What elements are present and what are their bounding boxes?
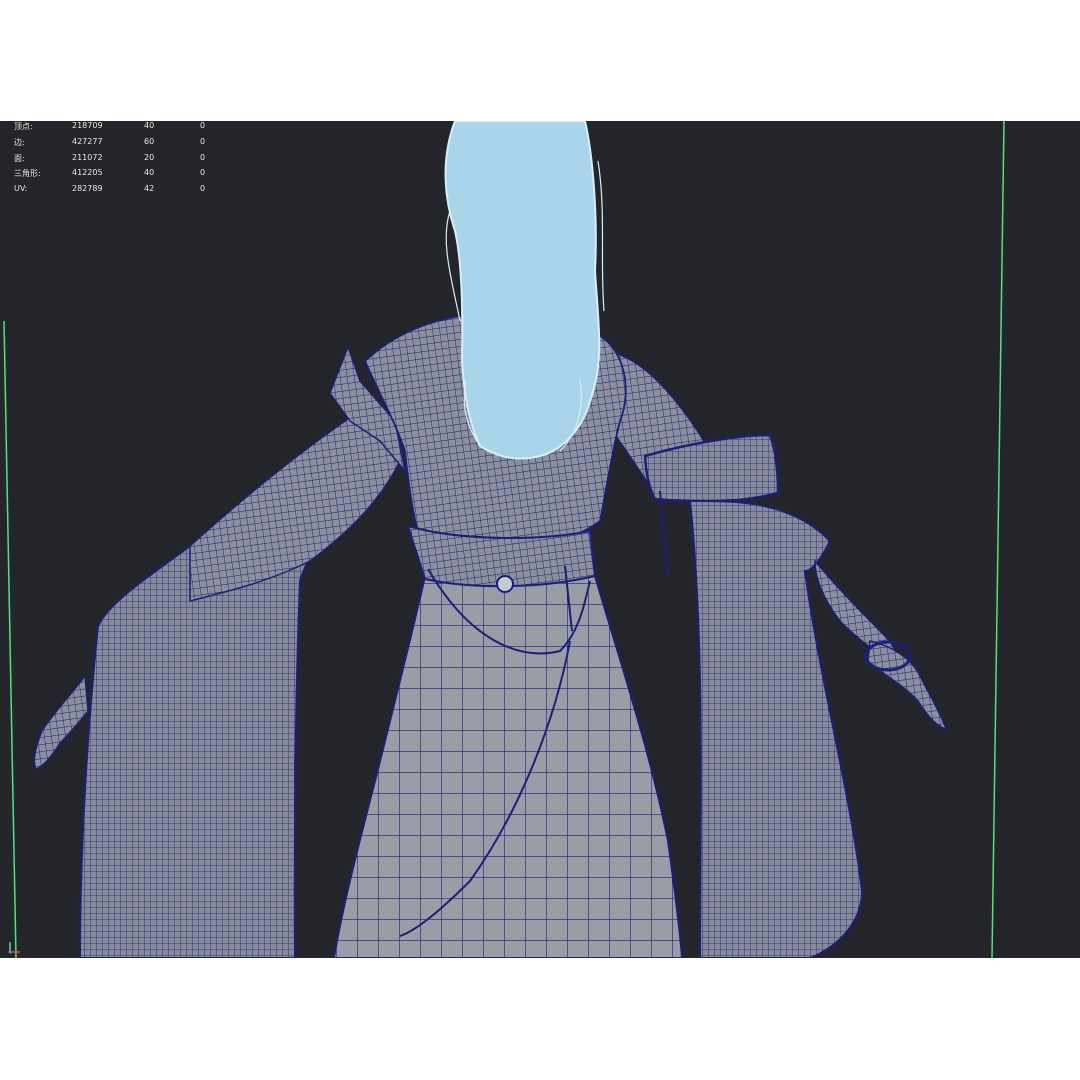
page: 顶点: 218709 40 0 边: 427277 60 0 面: 211072… xyxy=(0,0,1080,1080)
hud-row-edges: 边: 427277 60 0 xyxy=(14,137,244,153)
scene-canvas[interactable] xyxy=(0,121,1080,958)
hud-total: 218709 xyxy=(72,121,103,130)
axis-gizmo-icon xyxy=(8,942,20,954)
hud-label: 顶点: xyxy=(14,122,33,131)
hud-extra: 0 xyxy=(200,168,206,178)
hud-selected: 40 xyxy=(144,121,155,130)
hair xyxy=(444,121,601,460)
poly-count-hud: 顶点: 218709 40 0 边: 427277 60 0 面: 211072… xyxy=(14,121,244,200)
maya-viewport[interactable]: 顶点: 218709 40 0 边: 427277 60 0 面: 211072… xyxy=(0,121,1080,958)
hud-row-triangles: 三角形: 412205 40 0 xyxy=(14,168,244,184)
hud-extra: 0 xyxy=(200,184,206,194)
hud-selected: 60 xyxy=(144,136,155,146)
hud-total: 282789 xyxy=(72,184,103,194)
hud-label: UV: xyxy=(14,184,28,194)
hud-row-uvs: UV: 282789 42 0 xyxy=(14,184,244,200)
hud-extra: 0 xyxy=(200,121,206,130)
hud-label: 三角形: xyxy=(14,169,41,179)
hud-label: 边: xyxy=(14,137,25,147)
hud-row-faces: 面: 211072 20 0 xyxy=(14,153,244,169)
hud-selected: 42 xyxy=(144,184,155,194)
hud-total: 427277 xyxy=(72,136,103,146)
hud-total: 211072 xyxy=(72,152,103,162)
hud-selected: 40 xyxy=(144,168,155,178)
hud-selected: 20 xyxy=(144,152,155,162)
hud-total: 412205 xyxy=(72,168,103,178)
hud-extra: 0 xyxy=(200,152,206,162)
hud-row-vertices: 顶点: 218709 40 0 xyxy=(14,121,244,137)
hud-extra: 0 xyxy=(200,136,206,146)
belt-ornament xyxy=(496,575,514,593)
hud-label: 面: xyxy=(14,153,25,163)
